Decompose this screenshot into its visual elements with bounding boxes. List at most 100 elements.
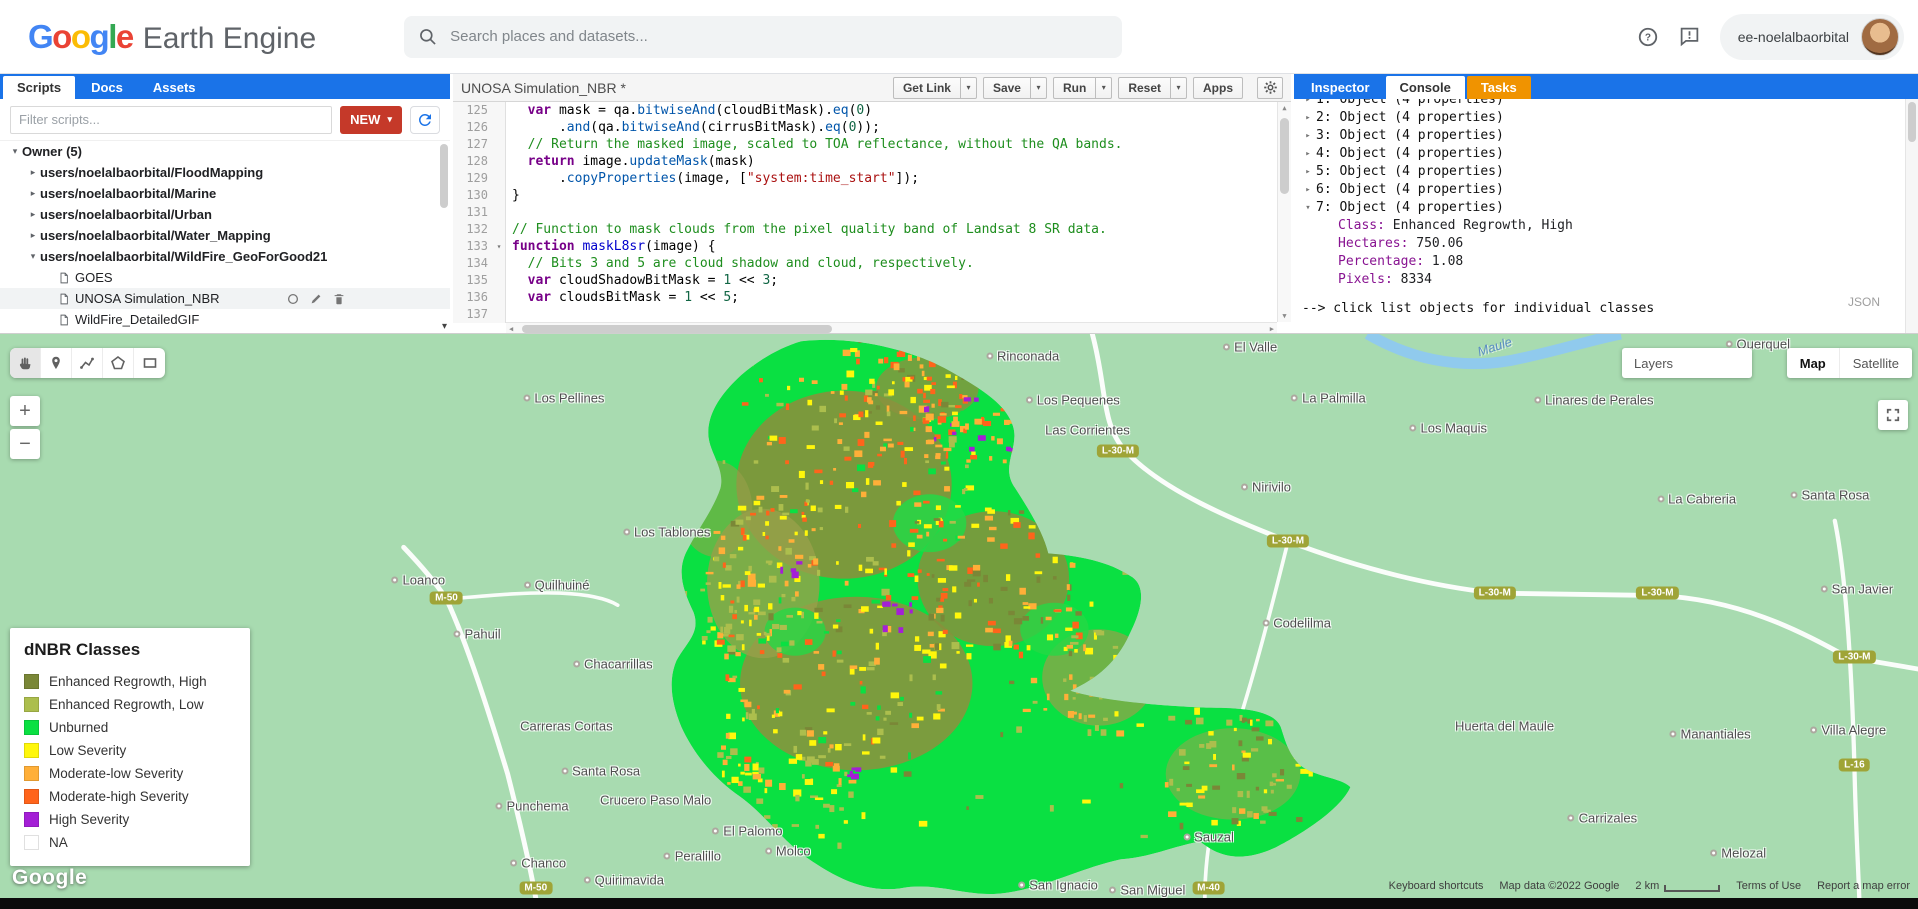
polygon-tool-button[interactable] [103, 348, 134, 378]
scripts-tab-assets[interactable]: Assets [139, 76, 210, 99]
code-text: return image.updateMask(mask) [506, 153, 755, 170]
scripts-tab-docs[interactable]: Docs [77, 76, 137, 99]
tree-item-folder[interactable]: ▾users/noelalbaorbital/WildFire_GeoForGo… [0, 246, 450, 267]
console-object-row[interactable]: ▸4: Object (4 properties) [1294, 145, 1918, 163]
point-tool-button[interactable] [41, 348, 72, 378]
console-scroll-thumb[interactable] [1908, 102, 1916, 142]
tree-item-root[interactable]: ▾Owner (5) [0, 141, 450, 162]
search-bar[interactable] [404, 16, 1122, 58]
console-property-row: Percentage: 1.08 [1294, 253, 1918, 271]
code-editor[interactable]: 125 var mask = qa.bitwiseAnd(cloudBitMas… [453, 102, 1291, 333]
line-number: 125 [453, 102, 493, 119]
new-script-button[interactable]: NEW ▾ [340, 106, 402, 134]
tree-item-folder[interactable]: ▸users/noelalbaorbital/Water_Mapping [0, 225, 450, 246]
code-token: bitwiseAnd [622, 120, 700, 135]
delete-icon[interactable] [332, 292, 346, 306]
fullscreen-button[interactable] [1878, 400, 1908, 430]
console-object-row[interactable]: ▸3: Object (4 properties) [1294, 127, 1918, 145]
feedback-icon[interactable] [1678, 25, 1702, 49]
editor-button-group: Get Link▾ [893, 77, 977, 99]
tree-item-folder[interactable]: ▸users/noelalbaorbital/Marine [0, 183, 450, 204]
code-token: cloudShadowBitMask = [551, 273, 723, 288]
reset-dropdown-caret[interactable]: ▾ [1171, 77, 1187, 99]
get-link-button[interactable]: Get Link [893, 77, 961, 99]
report-map-error-link[interactable]: Report a map error [1817, 880, 1910, 892]
keyboard-shortcuts-link[interactable]: Keyboard shortcuts [1389, 880, 1484, 892]
console-object-row[interactable]: ▸1: Object (4 properties) [1294, 99, 1918, 109]
scripts-tree: ▾Owner (5)▸users/noelalbaorbital/FloodMa… [0, 141, 450, 330]
rename-icon[interactable] [309, 292, 323, 306]
tree-item-file[interactable]: WildFire_DetailedGIF [0, 309, 450, 330]
legend-items: Enhanced Regrowth, HighEnhanced Regrowth… [24, 670, 236, 854]
refresh-button[interactable] [410, 106, 440, 134]
legend-title: dNBR Classes [24, 640, 236, 660]
save-dropdown-caret[interactable]: ▾ [1031, 77, 1047, 99]
console-tab-console[interactable]: Console [1386, 76, 1465, 99]
console-scrollbar[interactable] [1905, 99, 1918, 333]
scroll-right-icon[interactable]: ▶ [1270, 323, 1274, 333]
console-object-row[interactable]: ▾7: Object (4 properties) [1294, 199, 1918, 217]
editor-horizontal-scrollbar[interactable]: ◀ ▶ [506, 322, 1277, 333]
legend-label: Moderate-high Severity [49, 789, 189, 804]
tree-item-folder[interactable]: ▸users/noelalbaorbital/FloodMapping [0, 162, 450, 183]
map[interactable]: RinconadaEl ValleLos PellinesLos Pequene… [0, 334, 1918, 898]
apps-button[interactable]: Apps [1193, 77, 1243, 99]
code-token: updateMask [629, 154, 707, 169]
share-icon[interactable] [286, 292, 300, 306]
editor-vscroll-thumb[interactable] [1280, 118, 1289, 194]
layers-control[interactable]: Layers [1622, 348, 1752, 378]
console-tab-inspector[interactable]: Inspector [1297, 76, 1384, 99]
header-right: ? ee-noelalbaorbital [1636, 14, 1904, 60]
scroll-left-icon[interactable]: ◀ [509, 323, 513, 333]
account-chip[interactable]: ee-noelalbaorbital [1720, 14, 1904, 60]
zoom-in-button[interactable]: + [10, 396, 40, 426]
help-icon[interactable]: ? [1636, 25, 1660, 49]
json-toggle[interactable]: JSON [1848, 295, 1880, 309]
rectangle-tool-button[interactable] [134, 348, 165, 378]
scroll-down-icon[interactable]: ▾ [442, 321, 447, 332]
scripts-panel: ScriptsDocsAssets NEW ▾ ▾Owner (5)▸users… [0, 74, 450, 333]
save-button[interactable]: Save [983, 77, 1031, 99]
editor-vertical-scrollbar[interactable]: ▲ ▼ [1277, 102, 1291, 322]
editor-settings-button[interactable] [1257, 77, 1283, 99]
code-token: mask = qa. [551, 103, 637, 118]
console-object-label: 5: Object (4 properties) [1316, 163, 1504, 181]
tree-item-file[interactable]: UNOSA Simulation_NBR [0, 288, 450, 309]
get-link-dropdown-caret[interactable]: ▾ [961, 77, 977, 99]
map-type-satellite-button[interactable]: Satellite [1840, 348, 1912, 378]
logo-letter: l [108, 18, 116, 55]
scroll-up-icon[interactable]: ▲ [1278, 102, 1291, 114]
map-canvas[interactable] [0, 334, 1918, 898]
scripts-scrollbar-thumb[interactable] [440, 144, 448, 208]
run-dropdown-caret[interactable]: ▾ [1096, 77, 1112, 99]
script-title: UNOSA Simulation_NBR * [461, 80, 887, 96]
line-tool-button[interactable] [72, 348, 103, 378]
reset-button[interactable]: Reset [1118, 77, 1171, 99]
terms-of-use-link[interactable]: Terms of Use [1736, 880, 1801, 892]
tree-item-label: users/noelalbaorbital/Marine [40, 186, 216, 201]
avatar[interactable] [1861, 18, 1899, 56]
tree-item-label: GOES [75, 270, 113, 285]
console-object-row[interactable]: ▸2: Object (4 properties) [1294, 109, 1918, 127]
tree-item-file[interactable]: GOES [0, 267, 450, 288]
filter-scripts-input[interactable] [10, 106, 332, 134]
code-lines: 125 var mask = qa.bitwiseAnd(cloudBitMas… [453, 102, 1291, 323]
code-line: 127 // Return the masked image, scaled t… [453, 136, 1291, 153]
fullscreen-icon [1886, 408, 1900, 422]
fold-marker-icon[interactable]: ▾ [493, 238, 506, 255]
search-input[interactable] [450, 28, 1108, 45]
tree-item-folder[interactable]: ▸users/noelalbaorbital/Urban [0, 204, 450, 225]
map-type-map-button[interactable]: Map [1787, 348, 1840, 378]
console-object-row[interactable]: ▸6: Object (4 properties) [1294, 181, 1918, 199]
console-object-row[interactable]: ▸5: Object (4 properties) [1294, 163, 1918, 181]
pan-tool-button[interactable] [10, 348, 41, 378]
zoom-out-button[interactable]: − [10, 429, 40, 459]
editor-hscroll-thumb[interactable] [522, 325, 832, 333]
console-tab-tasks[interactable]: Tasks [1467, 76, 1531, 99]
search-icon [418, 27, 438, 47]
scroll-down-icon[interactable]: ▼ [1278, 310, 1291, 322]
code-token: (cirrusBitMask). [700, 120, 825, 135]
code-line: 126 .and(qa.bitwiseAnd(cirrusBitMask).eq… [453, 119, 1291, 136]
run-button[interactable]: Run [1053, 77, 1096, 99]
scripts-tab-scripts[interactable]: Scripts [3, 76, 75, 99]
